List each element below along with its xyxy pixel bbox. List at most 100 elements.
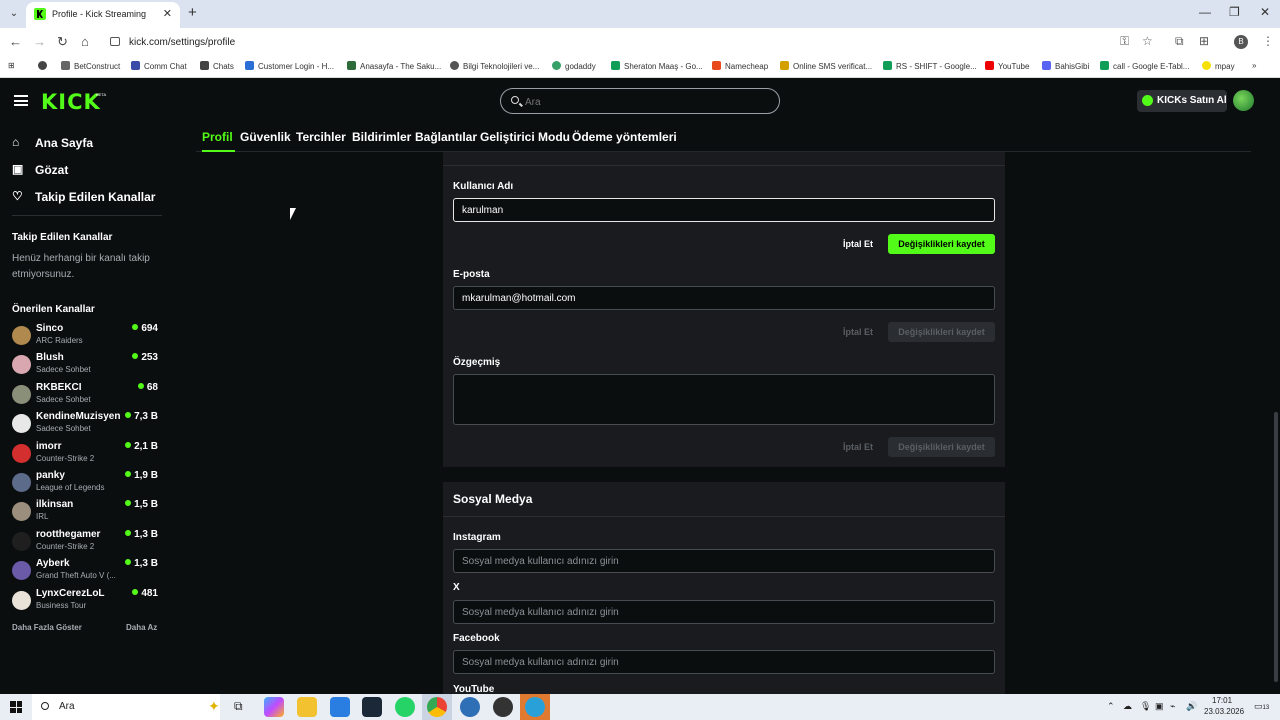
- username-save-button[interactable]: Değişiklikleri kaydet: [888, 234, 995, 254]
- tab-search-icon[interactable]: ⌄: [6, 6, 22, 22]
- channel-item[interactable]: RKBEKCI Sadece Sohbet 68: [12, 382, 162, 410]
- channel-item[interactable]: KendineMuzisyen Sadece Sohbet 7,3 B: [12, 411, 162, 439]
- bookmark-item[interactable]: call - Google E-Tabl...: [1100, 61, 1189, 71]
- kick-logo[interactable]: KICK: [41, 90, 101, 114]
- bookmark-item[interactable]: mpay: [1202, 61, 1235, 71]
- email-save-button[interactable]: Değişiklikleri kaydet: [888, 322, 995, 342]
- bookmark-item[interactable]: Customer Login - H...: [245, 61, 334, 71]
- tab-profile[interactable]: Profil: [202, 130, 233, 144]
- clock-date[interactable]: 23.03.2026: [1204, 707, 1244, 716]
- channel-item[interactable]: ilkinsan IRL 1,5 B: [12, 499, 162, 527]
- show-more-link[interactable]: Daha Fazla Göster: [12, 623, 82, 632]
- apps-grid-icon[interactable]: ⊞: [8, 61, 15, 70]
- search-input[interactable]: [525, 93, 765, 111]
- bio-cancel-button[interactable]: İptal Et: [833, 442, 873, 452]
- viewer-count: 694: [132, 323, 158, 334]
- username-input[interactable]: [453, 198, 995, 222]
- new-tab-icon[interactable]: +: [188, 4, 197, 21]
- bookmark-item[interactable]: Namecheap: [712, 61, 768, 71]
- site-info-icon[interactable]: [110, 37, 120, 46]
- task-view-icon[interactable]: ⧉: [234, 699, 243, 714]
- tab-preferences[interactable]: Tercihler: [296, 130, 346, 144]
- more-bookmarks-icon[interactable]: »: [1252, 61, 1256, 70]
- password-key-icon[interactable]: ⚿: [1120, 34, 1129, 49]
- x-input[interactable]: [453, 600, 995, 624]
- page-scrollbar[interactable]: [1274, 412, 1278, 682]
- bookmark-item[interactable]: godaddy: [552, 61, 596, 71]
- more-menu-icon[interactable]: ⋮: [1262, 34, 1274, 48]
- bookmark-item[interactable]: YouTube: [985, 61, 1029, 71]
- bookmark-item[interactable]: Bilgi Teknolojileri ve...: [450, 61, 539, 71]
- home-page-icon[interactable]: ⌂: [81, 34, 89, 49]
- forward-icon[interactable]: →: [33, 34, 46, 49]
- search-bar[interactable]: [500, 88, 780, 114]
- channel-item[interactable]: LynxCerezLoL Business Tour 481: [12, 588, 162, 616]
- social-media-heading: Sosyal Medya: [453, 492, 533, 506]
- minimize-icon[interactable]: —: [1199, 5, 1211, 19]
- channel-item[interactable]: panky League of Legends 1,9 B: [12, 470, 162, 498]
- bookmark-item[interactable]: RS - SHIFT - Google...: [883, 61, 977, 71]
- store-app-icon[interactable]: [330, 697, 350, 717]
- channel-avatar: [12, 414, 31, 434]
- bookmark-item[interactable]: Online SMS verificat...: [780, 61, 872, 71]
- channel-item[interactable]: Ayberk Grand Theft Auto V (... 1,3 B: [12, 558, 162, 586]
- windows-start-icon[interactable]: [10, 701, 22, 713]
- channel-item[interactable]: imorr Counter-Strike 2 2,1 B: [12, 441, 162, 469]
- clock-time[interactable]: 17:01: [1212, 696, 1232, 705]
- whatsapp-app-icon[interactable]: [395, 697, 415, 717]
- app-icon[interactable]: [460, 697, 480, 717]
- file-explorer-icon[interactable]: [297, 697, 317, 717]
- tray-expand-icon[interactable]: ⌃: [1107, 701, 1115, 712]
- restore-icon[interactable]: ❐: [1229, 5, 1240, 19]
- email-cancel-button[interactable]: İptal Et: [833, 327, 873, 337]
- bookmark-item[interactable]: Anasayfa - The Saku...: [347, 61, 441, 71]
- notifications-icon[interactable]: ▭13: [1254, 701, 1269, 712]
- tab-close-icon[interactable]: ✕: [163, 7, 172, 20]
- reload-icon[interactable]: ↻: [57, 34, 68, 50]
- back-icon[interactable]: ←: [9, 34, 22, 49]
- url-field[interactable]: kick.com/settings/profile: [129, 37, 235, 48]
- show-less-link[interactable]: Daha Az: [126, 623, 157, 632]
- bookmark-item[interactable]: BetConstruct: [61, 61, 120, 71]
- microphone-icon[interactable]: 🎙: [1140, 701, 1151, 712]
- bookmark-item[interactable]: Sheraton Maaş - Go...: [611, 61, 703, 71]
- tab-security[interactable]: Güvenlik: [240, 130, 291, 144]
- menu-icon[interactable]: [14, 95, 28, 106]
- instagram-input[interactable]: [453, 549, 995, 573]
- tab-developer-mode[interactable]: Geliştirici Modu: [480, 130, 570, 144]
- bookmark-unnamed[interactable]: [38, 61, 51, 71]
- tab-notifications[interactable]: Bildirimler: [352, 130, 411, 144]
- bookmark-item[interactable]: Comm Chat: [131, 61, 187, 71]
- vpn-icon[interactable]: ▣: [1155, 701, 1164, 712]
- cloud-icon[interactable]: ☁: [1123, 701, 1132, 712]
- buy-kicks-button[interactable]: KICKs Satın Al: [1137, 90, 1227, 112]
- bookmark-item[interactable]: Chats: [200, 61, 234, 71]
- channel-item[interactable]: Blush Sadece Sohbet 253: [12, 352, 162, 380]
- email-input[interactable]: [453, 286, 995, 310]
- tab-payment-methods[interactable]: Ödeme yöntemleri: [572, 130, 677, 144]
- browser-tab-active[interactable]: Profile - Kick Streaming ✕: [26, 2, 180, 28]
- chrome-app-icon[interactable]: [427, 697, 447, 717]
- bookmark-item[interactable]: BahisGibi: [1042, 61, 1089, 71]
- app-icon[interactable]: [493, 697, 513, 717]
- viewer-count: 1,3 B: [125, 558, 158, 569]
- channel-item[interactable]: rootthegamer Counter-Strike 2 1,3 B: [12, 529, 162, 557]
- window-close-icon[interactable]: ✕: [1260, 5, 1270, 19]
- user-avatar[interactable]: [1233, 90, 1254, 111]
- volume-icon[interactable]: 🔊: [1186, 701, 1197, 712]
- taskbar-search[interactable]: Ara ✦: [32, 694, 220, 720]
- bio-save-button[interactable]: Değişiklikleri kaydet: [888, 437, 995, 457]
- network-icon[interactable]: ⌁: [1170, 701, 1175, 712]
- bookmark-star-icon[interactable]: ☆: [1142, 34, 1153, 48]
- browser-profile-avatar[interactable]: B: [1234, 35, 1248, 49]
- facebook-input[interactable]: [453, 650, 995, 674]
- channel-item[interactable]: Sinco ARC Raiders 694: [12, 323, 162, 351]
- telegram-app-icon[interactable]: [525, 697, 545, 717]
- steam-app-icon[interactable]: [362, 697, 382, 717]
- copilot-app-icon[interactable]: [264, 697, 284, 717]
- username-cancel-button[interactable]: İptal Et: [833, 239, 873, 249]
- bio-textarea[interactable]: [453, 374, 995, 425]
- extension-icon[interactable]: ⧉: [1175, 34, 1184, 49]
- tab-connections[interactable]: Bağlantılar: [415, 130, 477, 144]
- puzzle-icon[interactable]: ⊞: [1199, 34, 1209, 48]
